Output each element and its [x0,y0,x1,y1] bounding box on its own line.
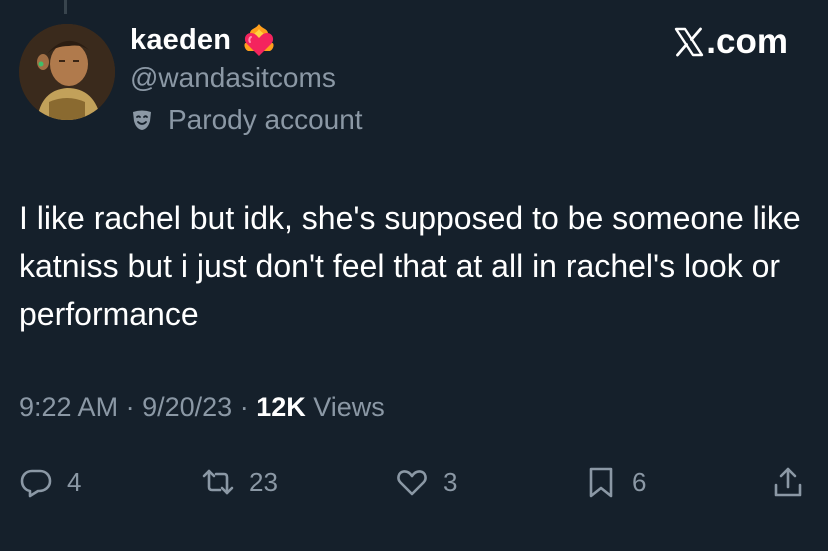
parody-account-label: Parody account [168,104,363,135]
theater-mask-icon [130,108,154,132]
tweet-header: kaeden @wandasitcoms Parody account [130,20,363,136]
name-row: kaeden [130,20,363,60]
bookmark-count: 6 [632,466,647,497]
user-handle[interactable]: @wandasitcoms [130,62,363,94]
like-count: 3 [443,466,458,497]
avatar-image [19,24,115,120]
x-logo-icon [675,27,704,57]
share-button[interactable] [771,462,805,502]
share-icon [774,467,802,497]
heart-icon [397,470,427,496]
parody-label-row: Parody account [130,104,363,136]
repost-icon [202,469,234,495]
reply-button[interactable]: 4 [19,462,81,502]
display-name[interactable]: kaeden [130,24,231,57]
like-button[interactable]: 3 [395,462,457,502]
tweet-metadata: 9:22 AM · 9/20/23 · 12K Views [19,392,385,423]
tweet-date[interactable]: 9/20/23 [142,392,232,422]
tweet-time[interactable]: 9:22 AM [19,392,118,422]
tweet-actions-bar: 4 23 3 6 [19,462,809,502]
bookmark-button[interactable]: 6 [584,462,646,502]
repost-button[interactable]: 23 [201,462,278,502]
brand-domain: .com [706,22,788,61]
heart-on-fire-icon [241,22,277,58]
avatar[interactable] [19,24,115,120]
bookmark-icon [589,467,613,498]
repost-count: 23 [249,466,278,497]
x-brand-watermark: .com [673,22,788,62]
reply-count: 4 [67,466,82,497]
reply-icon [20,469,52,498]
views-count[interactable]: 12K [256,392,306,422]
meta-separator: · [239,392,249,422]
thread-connector-line [64,0,67,14]
tweet-text: I like rachel but idk, she's supposed to… [19,200,801,332]
meta-separator: · [125,392,135,422]
views-label[interactable]: Views [313,392,385,422]
